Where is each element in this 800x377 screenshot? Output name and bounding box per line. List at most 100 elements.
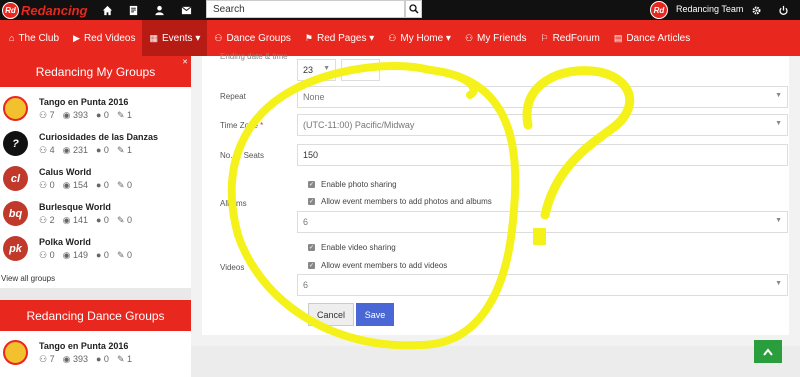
- flag-icon: ⚑: [304, 32, 313, 43]
- calendar-icon: ▦: [149, 32, 158, 43]
- photo-sharing-checkbox[interactable]: ✓ Enable photo sharing: [308, 180, 397, 189]
- team-avatar[interactable]: Rd: [650, 1, 668, 19]
- nav-dance-groups[interactable]: ⚇ Dance Groups: [207, 20, 298, 56]
- nav-label: Red Videos: [83, 32, 136, 44]
- article-icon: ▤: [613, 32, 623, 43]
- nav-red-pages[interactable]: ⚑ Red Pages ▾: [298, 20, 381, 56]
- video-sharing-checkbox[interactable]: ✓ Enable video sharing: [308, 243, 396, 252]
- group-item[interactable]: Tango en Punta 2016 ⚇ 7 ◉ 393 ● 0 ✎ 1: [0, 91, 191, 126]
- sidebar: Redancing My Groups ✕ Tango en Punta 201…: [0, 56, 191, 377]
- group-name[interactable]: Burlesque World: [39, 202, 132, 212]
- chevron-down-icon: ▼: [775, 217, 782, 224]
- check-icon: ✓: [308, 181, 315, 188]
- cancel-button[interactable]: Cancel: [308, 303, 354, 326]
- footer-area: [191, 346, 800, 377]
- power-icon[interactable]: [775, 2, 791, 18]
- group-item[interactable]: bq Burlesque World ⚇ 2 ◉ 141 ● 0 ✎ 0: [0, 196, 191, 231]
- chevron-down-icon: ▼: [367, 65, 374, 72]
- albums-select[interactable]: 6 ▼: [297, 211, 788, 233]
- group-item[interactable]: cl Calus World ⚇ 0 ◉ 154 ● 0 ✎ 0: [0, 161, 191, 196]
- nav-label: My Home ▾: [400, 32, 451, 44]
- minute-select[interactable]: 45 ▼: [341, 59, 380, 81]
- timezone-label: Time Zone *: [220, 121, 264, 130]
- my-groups-header: Redancing My Groups ✕: [0, 56, 191, 87]
- messages-icon[interactable]: [178, 2, 194, 18]
- group-icon: ⚇: [214, 32, 223, 43]
- group-stats: ⚇ 4 ◉ 231 ● 0 ✎ 1: [39, 144, 132, 155]
- group-name[interactable]: Polka World: [39, 237, 132, 247]
- group-stats: ⚇ 0 ◉ 154 ● 0 ✎ 0: [39, 179, 132, 190]
- group-thumb: ?: [3, 131, 28, 156]
- logo-text: Redancing: [21, 2, 88, 18]
- albums-label: Albums: [220, 199, 247, 208]
- nav-label: RedForum: [552, 32, 600, 44]
- chevron-down-icon: ▼: [323, 65, 330, 72]
- nav-my-friends[interactable]: ⚇ My Friends: [458, 20, 534, 56]
- seats-label: No. of Seats: [220, 151, 265, 160]
- repeat-label: Repeat: [220, 92, 246, 101]
- nav-events[interactable]: ▦ Events ▾: [142, 20, 208, 56]
- nav-redforum[interactable]: ⚐ RedForum: [533, 20, 606, 56]
- group-thumb: [3, 340, 28, 365]
- nav-dance-articles[interactable]: ▤ Dance Articles: [607, 20, 697, 56]
- photo-members-checkbox[interactable]: ✓ Allow event members to add photos and a…: [308, 197, 492, 206]
- sidebar-divider: [0, 288, 191, 300]
- group-stats: ⚇ 0 ◉ 149 ● 0 ✎ 0: [39, 249, 132, 260]
- timezone-select[interactable]: (UTC-11:00) Pacific/Midway ▼: [297, 114, 788, 136]
- group-name[interactable]: Tango en Punta 2016: [39, 341, 132, 351]
- repeat-select[interactable]: None ▼: [297, 86, 788, 108]
- group-stats: ⚇ 7 ◉ 393 ● 0 ✎ 1: [39, 109, 132, 120]
- nav-the-club[interactable]: ⌂ The Club: [2, 20, 66, 56]
- scroll-to-top-button[interactable]: [754, 340, 782, 363]
- seats-input[interactable]: 150: [297, 144, 788, 166]
- friends-icon: ⚇: [464, 32, 474, 43]
- nav-red-videos[interactable]: ▶ Red Videos: [66, 20, 142, 56]
- group-item[interactable]: Tango en Punta 2016 ⚇ 7 ◉ 393 ● 0 ✎ 1: [0, 335, 191, 370]
- search-input[interactable]: Search: [206, 0, 405, 18]
- chevron-down-icon: ▼: [775, 280, 782, 287]
- search-icon: [408, 4, 419, 14]
- home-icon[interactable]: [99, 2, 115, 18]
- home-icon: ⌂: [9, 33, 15, 43]
- dance-groups-header: Redancing Dance Groups: [0, 300, 191, 331]
- play-icon: ▶: [73, 32, 80, 43]
- notifications-icon[interactable]: [125, 2, 141, 18]
- save-button[interactable]: Save: [356, 303, 394, 326]
- hour-select[interactable]: 23 ▼: [297, 59, 336, 81]
- logo[interactable]: Rd Redancing: [2, 1, 87, 19]
- nav-label: Dance Groups: [226, 32, 291, 44]
- videos-select[interactable]: 6 ▼: [297, 274, 788, 296]
- nav-label: My Friends: [477, 32, 527, 44]
- group-name[interactable]: Tango en Punta 2016: [39, 97, 132, 107]
- close-icon[interactable]: ✕: [182, 58, 188, 66]
- nav-label: Events ▾: [161, 32, 201, 44]
- view-all-groups-link[interactable]: View all groups: [0, 266, 191, 288]
- group-item[interactable]: pk Polka World ⚇ 0 ◉ 149 ● 0 ✎ 0: [0, 231, 191, 266]
- top-bar: Rd Redancing Search Rd Redancing Team: [0, 0, 800, 20]
- group-item[interactable]: ? Curiosidades de las Danzas ⚇ 4 ◉ 231 ● 0…: [0, 126, 191, 161]
- group-stats: ⚇ 2 ◉ 141 ● 0 ✎ 0: [39, 214, 132, 225]
- group-name[interactable]: Calus World: [39, 167, 132, 177]
- video-members-checkbox[interactable]: ✓ Allow event members to add videos: [308, 261, 447, 270]
- main-content: Ending date & time 23 ▼ 45 ▼ Repeat None ▼ …: [191, 52, 800, 346]
- settings-icon[interactable]: [748, 2, 764, 18]
- logo-badge: Rd: [2, 1, 19, 19]
- user-icon: ⚇: [388, 32, 397, 43]
- group-thumb: bq: [3, 201, 28, 226]
- nav-my-home[interactable]: ⚇ My Home ▾: [381, 20, 458, 56]
- nav-label: Red Pages ▾: [317, 32, 375, 44]
- check-icon: ✓: [308, 262, 315, 269]
- chevron-down-icon: ▼: [775, 120, 782, 127]
- dance-groups-title: Redancing Dance Groups: [26, 308, 165, 323]
- check-icon: ✓: [308, 198, 315, 205]
- group-name[interactable]: Curiosidades de las Danzas: [39, 132, 158, 142]
- user-icon[interactable]: [151, 2, 167, 18]
- check-icon: ✓: [308, 244, 315, 251]
- group-thumb: [3, 96, 28, 121]
- team-name[interactable]: Redancing Team: [676, 4, 743, 14]
- search-button[interactable]: [405, 0, 422, 18]
- ending-date-label: Ending date & time: [220, 52, 288, 61]
- forum-icon: ⚐: [540, 32, 549, 43]
- group-thumb: pk: [3, 236, 28, 261]
- nav-label: Dance Articles: [626, 32, 691, 44]
